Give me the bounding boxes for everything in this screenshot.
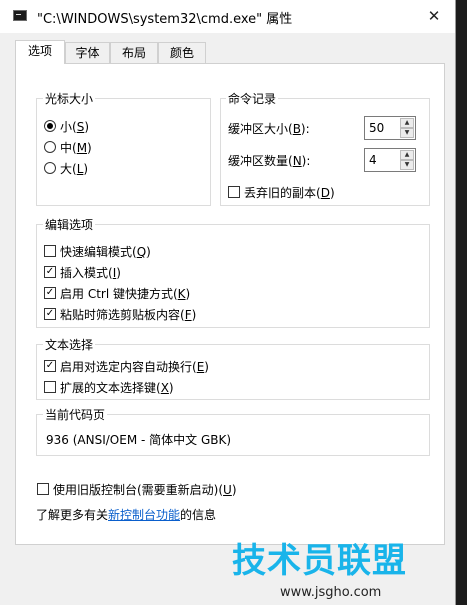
tab-layout[interactable]: 布局 (110, 42, 158, 64)
ctrl-shortcuts-checkbox[interactable] (44, 287, 56, 299)
properties-dialog: "C:\WINDOWS\system32\cmd.exe" 属性 ✕ 选项 字体… (0, 0, 456, 605)
command-history-title: 命令记录 (226, 90, 279, 107)
discard-old-label[interactable]: 丢弃旧的副本(D) (244, 184, 335, 201)
extended-selection-label[interactable]: 扩展的文本选择键(X) (60, 379, 174, 396)
title-bar[interactable]: "C:\WINDOWS\system32\cmd.exe" 属性 ✕ (0, 0, 455, 33)
insert-mode-checkbox[interactable] (44, 266, 56, 278)
legacy-console-label[interactable]: 使用旧版控制台(需要重新启动)(U) (53, 481, 237, 498)
quick-edit-label[interactable]: 快速编辑模式(Q) (60, 243, 151, 260)
cmd-icon (13, 10, 27, 21)
filter-paste-checkbox[interactable] (44, 308, 56, 320)
spin-up-icon[interactable]: ▲ (400, 118, 414, 128)
watermark-url: www.jsgho.com (280, 585, 382, 600)
text-selection-title: 文本选择 (43, 336, 96, 353)
edit-options-title: 编辑选项 (43, 216, 96, 233)
codepage-title: 当前代码页 (43, 406, 108, 423)
spin-down-icon[interactable]: ▼ (400, 160, 414, 170)
buffer-size-value[interactable]: 50 (369, 121, 384, 135)
legacy-console-checkbox[interactable] (37, 483, 49, 495)
cursor-medium-radio[interactable] (44, 141, 56, 153)
watermark-title: 技术员联盟 (232, 541, 407, 581)
cursor-small-label[interactable]: 小(S) (60, 118, 89, 135)
line-wrap-checkbox[interactable] (44, 360, 56, 372)
buffer-size-stepper[interactable]: 50 ▲ ▼ (364, 116, 416, 140)
extended-selection-checkbox[interactable] (44, 381, 56, 393)
buffer-count-value[interactable]: 4 (369, 153, 377, 167)
insert-mode-label[interactable]: 插入模式(I) (60, 264, 121, 281)
quick-edit-checkbox[interactable] (44, 245, 56, 257)
discard-old-checkbox[interactable] (228, 186, 240, 198)
watermark: 技术员联盟 www.jsgho.com (232, 533, 467, 605)
tab-options[interactable]: 选项 (15, 40, 65, 64)
ctrl-shortcuts-label[interactable]: 启用 Ctrl 键快捷方式(K) (60, 285, 190, 302)
filter-paste-label[interactable]: 粘贴时筛选剪贴板内容(F) (60, 306, 196, 323)
spin-up-icon[interactable]: ▲ (400, 150, 414, 160)
line-wrap-label[interactable]: 启用对选定内容自动换行(E) (60, 358, 209, 375)
tab-font[interactable]: 字体 (65, 42, 110, 64)
background-window-edge (455, 0, 467, 605)
spin-down-icon[interactable]: ▼ (400, 128, 414, 138)
cursor-size-title: 光标大小 (43, 90, 96, 107)
cursor-large-radio[interactable] (44, 162, 56, 174)
buffer-count-stepper[interactable]: 4 ▲ ▼ (364, 148, 416, 172)
new-console-features-link[interactable]: 新控制台功能 (108, 508, 180, 522)
cursor-medium-label[interactable]: 中(M) (60, 139, 92, 156)
learn-more-text: 了解更多有关新控制台功能的信息 (36, 506, 216, 523)
buffer-size-label: 缓冲区大小(B): (228, 122, 310, 136)
cursor-small-radio[interactable] (44, 120, 56, 132)
codepage-value: 936 (ANSI/OEM - 简体中文 GBK) (46, 433, 232, 447)
tab-colors[interactable]: 颜色 (158, 42, 206, 64)
cursor-large-label[interactable]: 大(L) (60, 160, 88, 177)
learn-more-suffix: 的信息 (180, 508, 217, 522)
window-title: "C:\WINDOWS\system32\cmd.exe" 属性 (37, 12, 293, 27)
learn-more-prefix: 了解更多有关 (36, 508, 109, 522)
buffer-count-label: 缓冲区数量(N): (228, 154, 311, 168)
close-button[interactable]: ✕ (420, 4, 448, 28)
